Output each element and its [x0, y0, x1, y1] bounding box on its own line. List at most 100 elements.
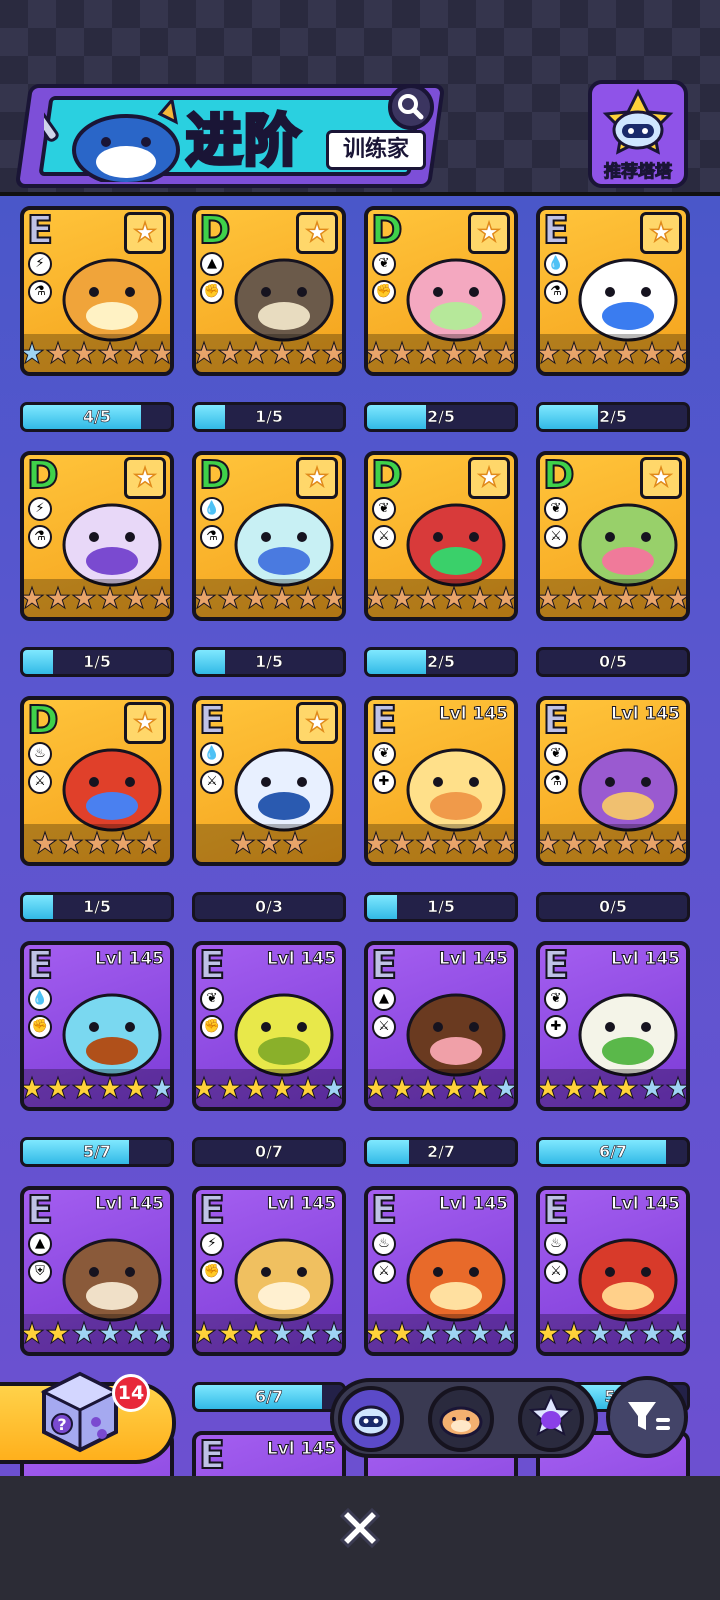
progress-text: 2/7 — [426, 1142, 456, 1162]
leaf-icon: ❦ — [372, 252, 396, 276]
star-icon: ★ — [20, 1315, 46, 1350]
rank-label: E — [542, 698, 570, 743]
monster-card[interactable]: E ❦ ✚ Lvl 145 ★ ★ ★ ★ ★ ★ — [364, 696, 518, 866]
lightning-icon: ⚡ — [200, 1232, 224, 1256]
star-icon: ★ — [20, 580, 46, 615]
star-rating: ★ ★ ★ ★ ★ ★ — [368, 334, 514, 372]
water-icon: 💧 — [200, 742, 224, 766]
progress-bar: 1/5 — [20, 647, 174, 677]
star-icon: ★ — [192, 1070, 218, 1105]
progress-text: 5/7 — [82, 1142, 112, 1162]
star-icon: ★ — [493, 335, 518, 370]
monster-card[interactable]: E ❦ ✚ Lvl 145 ★ ★ ★ ★ ★ ★ — [536, 941, 690, 1111]
monster-card[interactable]: E ♨ ⚔ Lvl 145 ★ ★ ★ ★ ★ ★ — [364, 1186, 518, 1356]
star-icon: ★ — [389, 335, 416, 370]
monster-card[interactable]: E ▲ ⚔ Lvl 145 ★ ★ ★ ★ ★ ★ — [364, 941, 518, 1111]
monster-card[interactable]: D ❦ ✊ ★ ★ ★ ★ ★ ★ ★ — [364, 206, 518, 376]
favorite-star-button[interactable]: ★ — [640, 457, 682, 499]
favorite-star-button[interactable]: ★ — [468, 457, 510, 499]
level-label: Lvl 145 — [94, 1194, 164, 1215]
monster-card[interactable]: D ♨ ⚔ ★ ★ ★ ★ ★ ★ — [20, 696, 174, 866]
star-icon: ★ — [243, 580, 270, 615]
star-icon: ★ — [295, 580, 322, 615]
star-icon: ★ — [133, 707, 158, 739]
progress-bar: 0/7 — [192, 1137, 346, 1167]
star-icon: ★ — [123, 1315, 150, 1350]
star-icon: ★ — [639, 1315, 666, 1350]
monster-portrait — [578, 993, 678, 1077]
monster-card[interactable]: E 💧 ✊ Lvl 145 ★ ★ ★ ★ ★ ★ — [20, 941, 174, 1111]
page-title: 进阶 — [184, 107, 302, 176]
close-icon[interactable] — [332, 1500, 388, 1556]
star-rating: ★ ★ ★ ★ ★ ★ — [24, 1314, 170, 1352]
shield-icon: ⛨ — [28, 1260, 52, 1284]
filter-button[interactable] — [606, 1376, 688, 1458]
favorite-star-button[interactable]: ★ — [124, 702, 166, 744]
level-label: Lvl 145 — [266, 1194, 336, 1215]
star-icon: ★ — [364, 1070, 390, 1105]
monster-card[interactable]: D ❦ ⚔ ★ ★ ★ ★ ★ ★ ★ — [536, 451, 690, 621]
star-icon: ★ — [665, 1315, 690, 1350]
monster-portrait — [234, 748, 334, 832]
star-icon: ★ — [415, 580, 442, 615]
progress-text: 0/3 — [254, 897, 284, 917]
star-icon: ★ — [613, 335, 640, 370]
star-icon: ★ — [243, 335, 270, 370]
rank-label: E — [370, 943, 398, 988]
monster-card[interactable]: D 💧 ⚗ ★ ★ ★ ★ ★ ★ ★ — [192, 451, 346, 621]
star-icon: ★ — [536, 825, 562, 860]
progress-text: 2/5 — [426, 407, 456, 427]
monster-portrait — [62, 258, 162, 342]
tab-creatures[interactable] — [338, 1386, 404, 1452]
sword-icon: ⚔ — [372, 1260, 396, 1284]
monster-card[interactable]: D ⚡ ⚗ ★ ★ ★ ★ ★ ★ ★ — [20, 451, 174, 621]
rank-label: E — [26, 1188, 54, 1233]
favorite-star-button[interactable]: ★ — [640, 212, 682, 254]
monster-card[interactable]: E ❦ ⚗ Lvl 145 ★ ★ ★ ★ ★ ★ — [536, 696, 690, 866]
monster-portrait — [62, 748, 162, 832]
star-icon: ★ — [536, 1070, 562, 1105]
favorite-star-button[interactable]: ★ — [124, 457, 166, 499]
monster-card[interactable]: E ❦ ✊ Lvl 145 ★ ★ ★ ★ ★ ★ — [192, 941, 346, 1111]
star-icon: ★ — [613, 1315, 640, 1350]
leaf-icon: ❦ — [544, 497, 568, 521]
monster-card[interactable]: E 💧 ⚔ ★ ★ ★ ★ — [192, 696, 346, 866]
star-icon: ★ — [477, 217, 502, 249]
monster-card[interactable]: E ♨ ⚔ Lvl 145 ★ ★ ★ ★ ★ ★ — [536, 1186, 690, 1356]
star-icon: ★ — [639, 1070, 666, 1105]
progress-bar: 2/5 — [364, 647, 518, 677]
monster-card[interactable]: D ▲ ✊ ★ ★ ★ ★ ★ ★ ★ — [192, 206, 346, 376]
rank-label: E — [198, 1433, 226, 1478]
fire-icon: ♨ — [544, 1232, 568, 1256]
star-icon: ★ — [639, 335, 666, 370]
monster-portrait — [406, 993, 506, 1077]
favorite-star-button[interactable]: ★ — [296, 212, 338, 254]
favorite-star-button[interactable]: ★ — [468, 212, 510, 254]
search-button[interactable] — [388, 84, 434, 130]
star-rating: ★ ★ ★ — [196, 824, 342, 862]
progress-text: 0/5 — [598, 897, 628, 917]
rank-label: E — [198, 943, 226, 988]
favorite-star-button[interactable]: ★ — [296, 702, 338, 744]
star-icon: ★ — [441, 580, 468, 615]
tab-hamster[interactable] — [428, 1386, 494, 1452]
star-icon: ★ — [467, 1315, 494, 1350]
star-icon: ★ — [256, 825, 283, 860]
monster-portrait — [578, 258, 678, 342]
star-icon: ★ — [587, 1315, 614, 1350]
favorite-star-button[interactable]: ★ — [296, 457, 338, 499]
favorite-star-button[interactable]: ★ — [124, 212, 166, 254]
tab-spirit[interactable] — [518, 1386, 584, 1452]
star-icon: ★ — [305, 462, 330, 494]
monster-card[interactable]: E ⚡ ✊ Lvl 145 ★ ★ ★ ★ ★ ★ — [192, 1186, 346, 1356]
monster-card[interactable]: D ❦ ⚔ ★ ★ ★ ★ ★ ★ ★ — [364, 451, 518, 621]
star-icon: ★ — [217, 335, 244, 370]
star-icon: ★ — [149, 1070, 174, 1105]
star-icon: ★ — [613, 580, 640, 615]
monster-card[interactable]: E 💧 ⚗ ★ ★ ★ ★ ★ ★ ★ — [536, 206, 690, 376]
monster-card[interactable]: E ⚡ ⚗ ★ ★ ★ ★ ★ ★ ★ — [20, 206, 174, 376]
sword-icon: ⚔ — [544, 1260, 568, 1284]
star-icon: ★ — [149, 1315, 174, 1350]
recommend-button[interactable]: 推荐塔塔 — [588, 80, 688, 188]
monster-card[interactable]: E ▲ ⛨ Lvl 145 ★ ★ ★ ★ ★ ★ — [20, 1186, 174, 1356]
